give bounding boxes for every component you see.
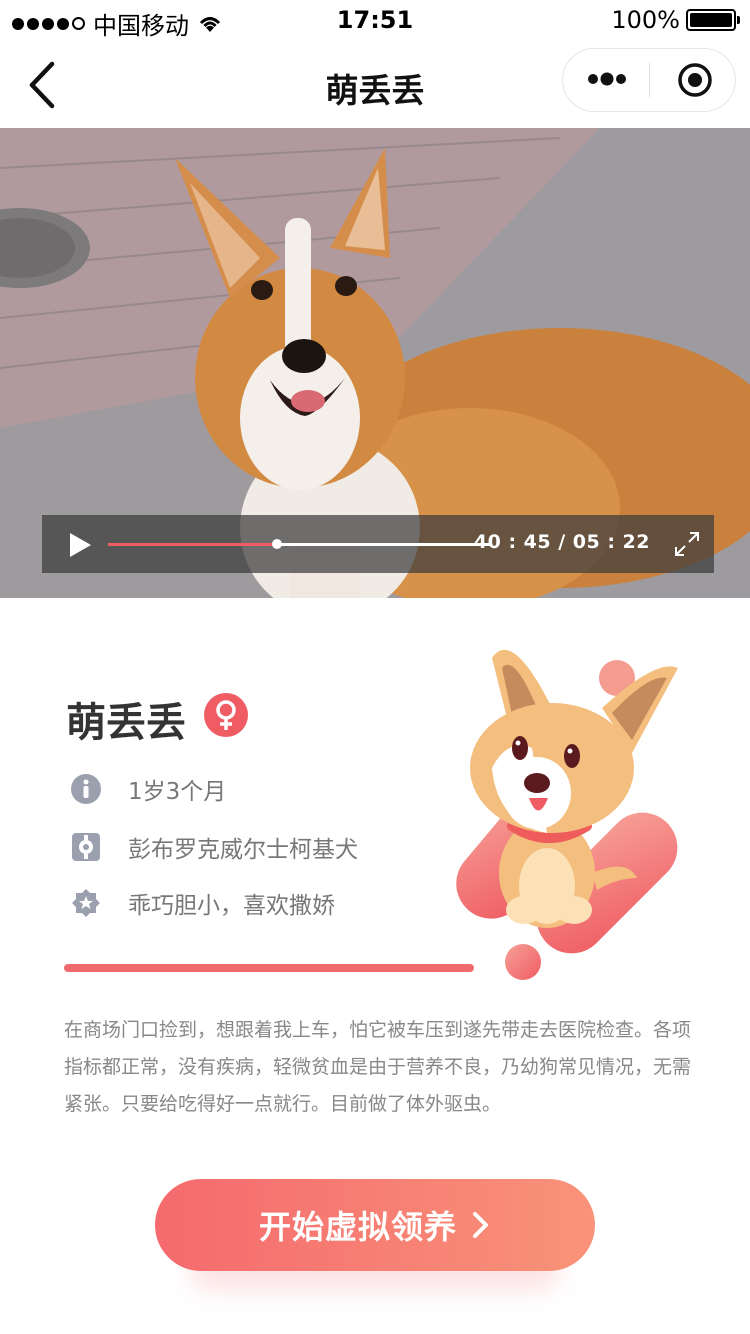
video-time: 40 : 45 / 05 : 22 [473, 531, 650, 553]
status-bar: 中国移动 17:51 100% [0, 0, 750, 40]
video-controls: 40 : 45 / 05 : 22 [42, 515, 714, 573]
female-icon [204, 693, 248, 737]
pet-breed: 彭布罗克威尔士柯基犬 [128, 837, 358, 863]
battery-group: 100% [611, 6, 740, 34]
start-adoption-button[interactable]: 开始虚拟领养 [155, 1179, 595, 1271]
fullscreen-icon[interactable] [672, 529, 702, 559]
miniprogram-capsule [562, 48, 736, 112]
info-row-personality: 乖巧胆小，喜欢撒娇 [70, 886, 335, 920]
info-icon [71, 774, 101, 804]
more-dots-icon[interactable] [585, 67, 629, 91]
play-icon[interactable] [68, 532, 92, 558]
info-row-age: 1岁3个月 [70, 772, 226, 806]
video-player[interactable]: 40 : 45 / 05 : 22 [0, 128, 750, 598]
corgi-mascot-illustration [456, 649, 678, 980]
video-progress-played [108, 543, 277, 546]
start-adoption-label: 开始虚拟领养 [258, 1208, 457, 1246]
battery-percent: 100% [611, 6, 680, 34]
chevron-right-icon [473, 1212, 488, 1238]
video-progress-knob[interactable] [271, 539, 282, 549]
video-progress-bar[interactable] [108, 539, 492, 549]
pet-age: 1岁3个月 [128, 779, 227, 805]
pet-name: 萌丢丢 [66, 700, 186, 746]
pet-description: 在商场门口捡到，想跟着我上车，怕它被车压到遂先带走去医院检查。各项指标都正常，没… [64, 1019, 692, 1115]
battery-icon [686, 9, 740, 31]
pet-personality: 乖巧胆小，喜欢撒娇 [128, 893, 335, 919]
breed-icon [72, 833, 100, 861]
nav-bar: 萌丢丢 [0, 40, 750, 128]
info-row-breed: 彭布罗克威尔士柯基犬 [70, 830, 358, 864]
badge-icon [72, 889, 100, 917]
target-icon[interactable] [677, 62, 713, 98]
capsule-divider [649, 63, 650, 97]
section-divider [64, 964, 474, 972]
